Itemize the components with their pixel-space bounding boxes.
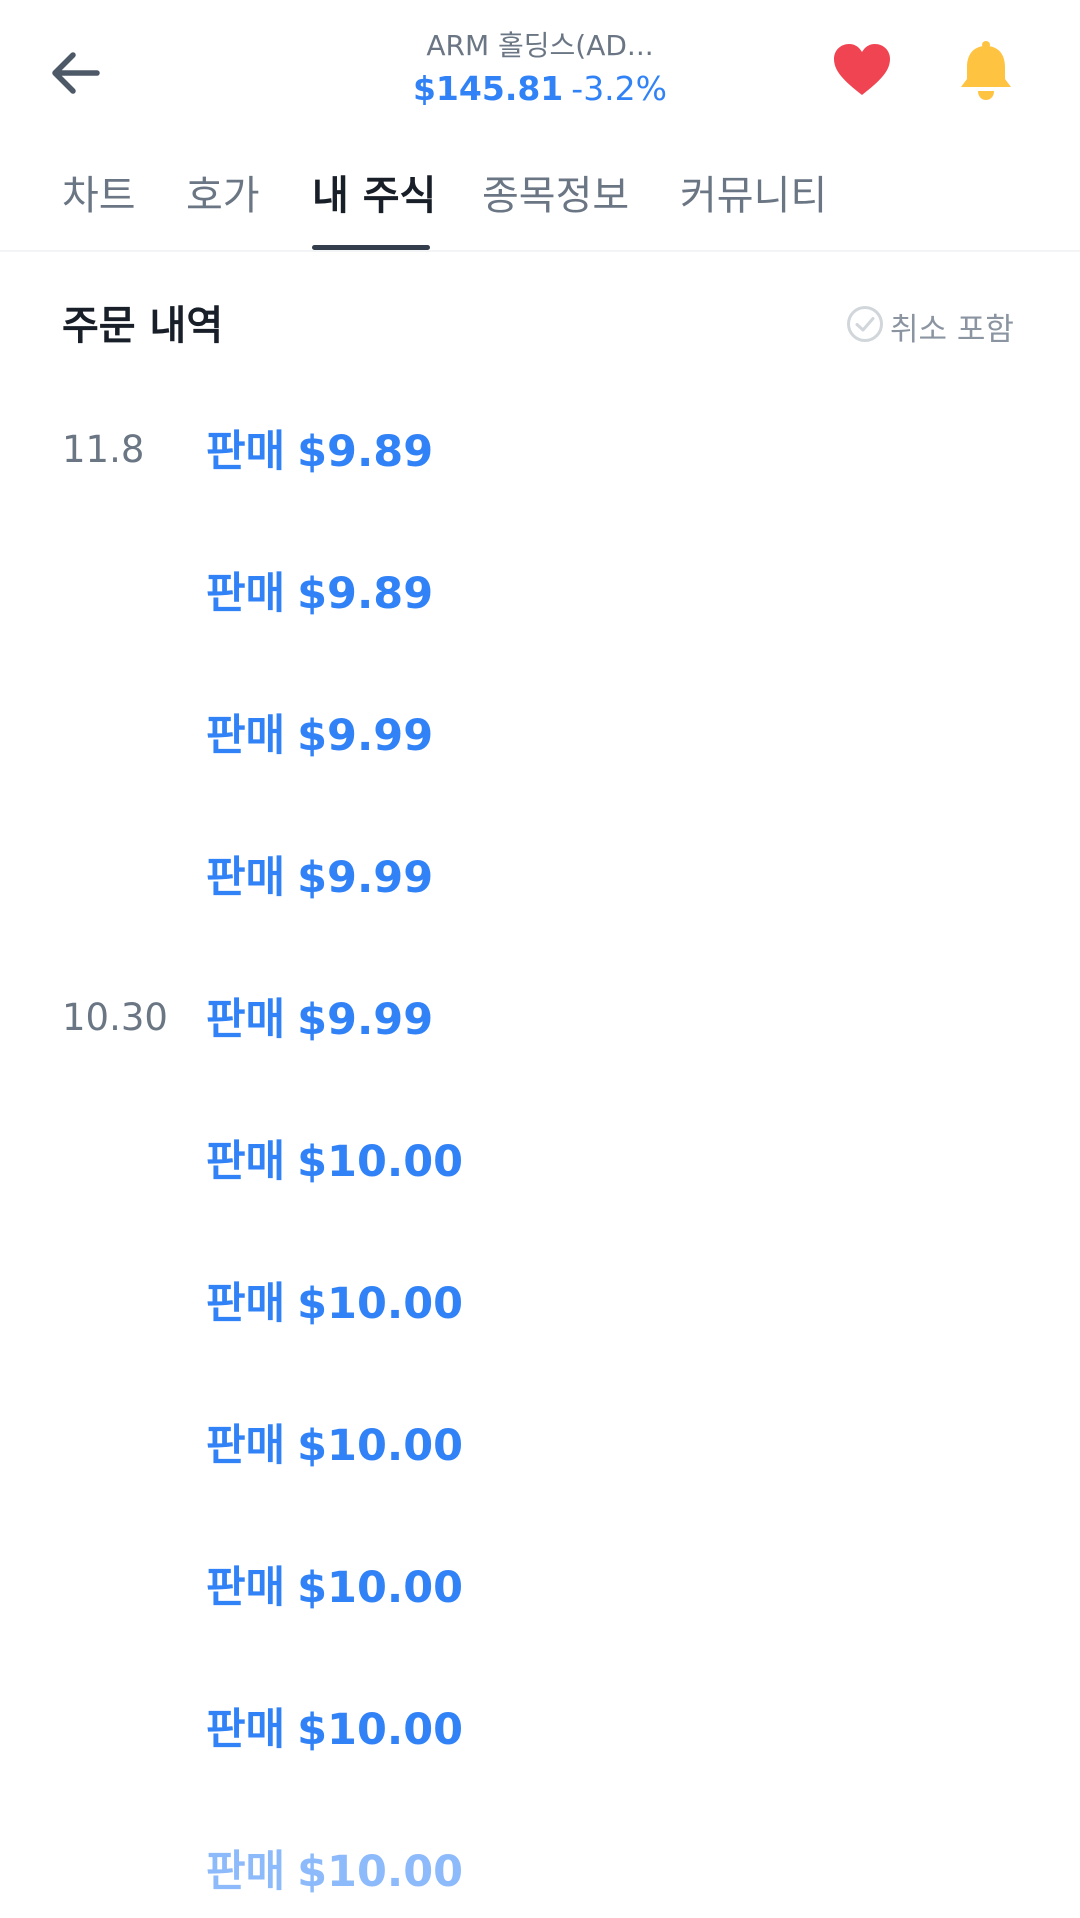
order-price: $10.00 xyxy=(297,1279,464,1329)
price-change: -3.2% xyxy=(571,69,668,108)
order-price: $9.99 xyxy=(297,995,434,1045)
order-price: $9.89 xyxy=(297,569,434,619)
order-price: $10.00 xyxy=(297,1847,464,1897)
active-tab-indicator xyxy=(312,245,430,250)
tab-community[interactable]: 커뮤니티 xyxy=(680,170,827,222)
top-app-bar: ARM 홀딩스(AD... $145.81 -3.2% xyxy=(0,0,1080,150)
arrow-left-icon xyxy=(47,49,103,101)
order-row[interactable]: 판매 $10.00 xyxy=(0,1698,1080,1840)
order-summary: 판매 $10.00 xyxy=(206,1704,463,1756)
current-price: $145.81 xyxy=(412,69,564,108)
order-type: 판매 xyxy=(206,1279,286,1329)
order-price: $9.99 xyxy=(297,711,434,761)
order-list: 11.8 판매 $9.89 판매 $9.89 판매 $9.99 판매 $9.99 10.… xyxy=(0,420,1080,1918)
stock-name: ARM 홀딩스(AD... xyxy=(426,29,654,62)
order-summary: 판매 $10.00 xyxy=(206,1420,463,1472)
order-type: 판매 xyxy=(206,427,286,477)
order-history-title: 주문 내역 xyxy=(62,303,224,349)
include-cancelled-toggle[interactable]: 취소 포함 xyxy=(846,304,1014,348)
order-summary: 판매 $10.00 xyxy=(206,1846,463,1898)
back-button[interactable] xyxy=(40,40,110,110)
order-row[interactable]: 판매 $10.00 xyxy=(0,1130,1080,1272)
order-price: $9.99 xyxy=(297,853,434,903)
tab-chart[interactable]: 차트 xyxy=(62,170,136,222)
order-type: 판매 xyxy=(206,853,286,903)
order-summary: 판매 $10.00 xyxy=(206,1562,463,1614)
order-type: 판매 xyxy=(206,711,286,761)
order-summary: 판매 $9.89 xyxy=(206,568,433,620)
order-price: $10.00 xyxy=(297,1137,464,1187)
order-row[interactable]: 판매 $10.00 xyxy=(0,1840,1080,1918)
order-type: 판매 xyxy=(206,1847,286,1897)
order-row[interactable]: 판매 $9.99 xyxy=(0,846,1080,988)
order-row[interactable]: 판매 $9.89 xyxy=(0,562,1080,704)
order-price: $9.89 xyxy=(297,427,434,477)
tab-stock-info[interactable]: 종목정보 xyxy=(482,170,629,222)
order-summary: 판매 $9.99 xyxy=(206,710,433,762)
order-type: 판매 xyxy=(206,1137,286,1187)
bell-icon xyxy=(957,39,1015,105)
tab-my-stock[interactable]: 내 주식 xyxy=(312,170,436,222)
order-summary: 판매 $10.00 xyxy=(206,1278,463,1330)
order-row[interactable]: 판매 $10.00 xyxy=(0,1272,1080,1414)
order-type: 판매 xyxy=(206,569,286,619)
order-type: 판매 xyxy=(206,1563,286,1613)
order-row[interactable]: 판매 $10.00 xyxy=(0,1556,1080,1698)
order-summary: 판매 $9.89 xyxy=(206,426,433,478)
order-summary: 판매 $9.99 xyxy=(206,852,433,904)
order-date: 10.30 xyxy=(62,996,168,1039)
favorite-button[interactable] xyxy=(828,38,896,106)
order-row[interactable]: 11.8 판매 $9.89 xyxy=(0,420,1080,562)
stock-title-block: ARM 홀딩스(AD... $145.81 -3.2% xyxy=(340,28,740,110)
order-price: $10.00 xyxy=(297,1421,464,1471)
order-price: $10.00 xyxy=(297,1563,464,1613)
order-type: 판매 xyxy=(206,995,286,1045)
price-line: $145.81 -3.2% xyxy=(340,68,740,110)
include-cancelled-label: 취소 포함 xyxy=(890,311,1014,348)
order-date: 11.8 xyxy=(62,428,145,471)
check-circle-icon xyxy=(846,305,884,347)
order-summary: 판매 $9.99 xyxy=(206,994,433,1046)
order-row[interactable]: 판매 $9.99 xyxy=(0,704,1080,846)
tab-bar: 차트 호가 내 주식 종목정보 커뮤니티 xyxy=(0,150,1080,252)
order-summary: 판매 $10.00 xyxy=(206,1136,463,1188)
order-row[interactable]: 판매 $10.00 xyxy=(0,1414,1080,1556)
order-row[interactable]: 10.30 판매 $9.99 xyxy=(0,988,1080,1130)
tab-order-book[interactable]: 호가 xyxy=(186,170,260,222)
alert-button[interactable] xyxy=(952,36,1020,108)
order-price: $10.00 xyxy=(297,1705,464,1755)
stock-detail-screen: ARM 홀딩스(AD... $145.81 -3.2% 차트 호가 내 주식 종… xyxy=(0,0,1080,1918)
order-type: 판매 xyxy=(206,1421,286,1471)
order-type: 판매 xyxy=(206,1705,286,1755)
heart-icon xyxy=(832,43,892,101)
